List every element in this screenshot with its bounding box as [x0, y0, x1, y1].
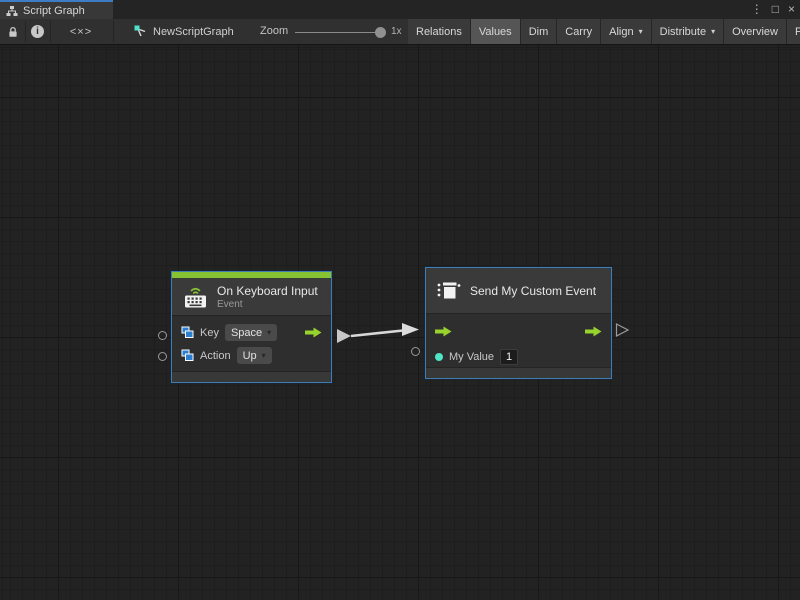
value-type-icon: [181, 326, 194, 339]
dim-button[interactable]: Dim: [521, 19, 558, 44]
toolbar-separator: [25, 21, 26, 42]
title-bar: Script Graph ⋮ □ ×: [0, 0, 800, 19]
output-flow-port-empty[interactable]: [617, 324, 629, 336]
input-value-port-my-value[interactable]: [411, 347, 420, 356]
graph-asset-icon: [134, 25, 147, 38]
lock-icon: [6, 25, 20, 39]
lock-button[interactable]: [2, 19, 23, 44]
values-button[interactable]: Values: [471, 19, 521, 44]
node-footer: [172, 371, 331, 382]
action-dropdown[interactable]: Up ▾: [237, 347, 272, 364]
value-type-icon: [181, 349, 194, 362]
toolbar-separator: [113, 21, 114, 42]
flow-input-arrow-icon[interactable]: [435, 326, 452, 337]
graph-toolbar: i <×> NewScriptGraph Zoom 1x Relations V…: [0, 19, 800, 45]
chevron-down-icon: ▾: [267, 328, 271, 337]
port-row-action: Action Up ▾: [172, 344, 331, 367]
node-header[interactable]: On Keyboard Input Event: [172, 278, 331, 316]
port-row-key: Key Space ▾: [172, 321, 331, 344]
zoom-value: 1x: [391, 19, 402, 44]
node-title: On Keyboard Input: [217, 284, 318, 298]
window-menu-icon[interactable]: ⋮: [751, 0, 763, 19]
chevron-down-icon: ▾: [639, 27, 643, 36]
align-dropdown-button[interactable]: Align ▾: [601, 19, 651, 44]
toolbar-separator: [50, 21, 51, 42]
key-dropdown[interactable]: Space ▾: [225, 324, 277, 341]
zoom-slider-track[interactable]: [295, 32, 385, 33]
value-port-dot-icon[interactable]: [435, 353, 443, 361]
output-flow-port-connected[interactable]: [337, 329, 351, 343]
port-label: Key: [200, 327, 219, 339]
zoom-label: Zoom: [260, 19, 288, 44]
node-header[interactable]: Send My Custom Event: [426, 268, 611, 314]
tab-title: Script Graph: [23, 5, 85, 17]
code-icon: <×>: [70, 26, 92, 38]
input-value-port-action[interactable]: [158, 352, 167, 361]
node-on-keyboard-input[interactable]: On Keyboard Input Event Key Space ▾: [171, 271, 332, 383]
port-label: My Value: [449, 351, 494, 363]
overview-button[interactable]: Overview: [724, 19, 787, 44]
tab-script-graph[interactable]: Script Graph: [0, 0, 113, 19]
wire-arrowhead: [402, 323, 419, 336]
relations-button[interactable]: Relations: [408, 19, 471, 44]
toolbar-buttons: Relations Values Dim Carry Align ▾ Distr…: [408, 19, 800, 44]
flow-output-arrow-icon[interactable]: [305, 327, 322, 338]
graph-canvas[interactable]: On Keyboard Input Event Key Space ▾: [0, 45, 800, 599]
custom-event-icon: [436, 279, 462, 303]
distribute-dropdown-button[interactable]: Distribute ▾: [652, 19, 724, 44]
keyboard-event-icon: [182, 284, 209, 309]
graph-hierarchy-icon: [6, 5, 18, 17]
flow-row: [426, 319, 611, 344]
node-body: Key Space ▾ Action Up: [172, 316, 331, 371]
edit-code-button[interactable]: <×>: [62, 19, 100, 44]
input-value-port-key[interactable]: [158, 331, 167, 340]
node-body: My Value 1: [426, 314, 611, 373]
port-row-my-value: My Value 1: [426, 344, 611, 369]
node-send-my-custom-event[interactable]: Send My Custom Event My Value 1: [425, 267, 612, 379]
connection-wire[interactable]: [351, 331, 403, 337]
close-icon[interactable]: ×: [788, 0, 795, 19]
node-subtitle: Event: [217, 299, 318, 310]
info-button[interactable]: i: [27, 19, 48, 44]
wire-layer: [0, 45, 800, 599]
my-value-input[interactable]: 1: [500, 349, 518, 365]
node-title: Send My Custom Event: [470, 284, 596, 298]
maximize-icon[interactable]: □: [772, 0, 779, 19]
window-controls: ⋮ □ ×: [751, 0, 795, 19]
fullscreen-button[interactable]: Full Screen: [787, 19, 800, 44]
info-icon: i: [31, 25, 44, 38]
carry-button[interactable]: Carry: [557, 19, 601, 44]
port-label: Action: [200, 350, 231, 362]
zoom-slider-handle[interactable]: [375, 27, 386, 38]
graph-name: NewScriptGraph: [153, 26, 234, 38]
graph-breadcrumb[interactable]: NewScriptGraph: [134, 19, 234, 44]
node-footer: [426, 367, 611, 378]
flow-output-arrow-icon[interactable]: [585, 326, 602, 337]
chevron-down-icon: ▾: [262, 351, 266, 360]
chevron-down-icon: ▾: [711, 27, 715, 36]
